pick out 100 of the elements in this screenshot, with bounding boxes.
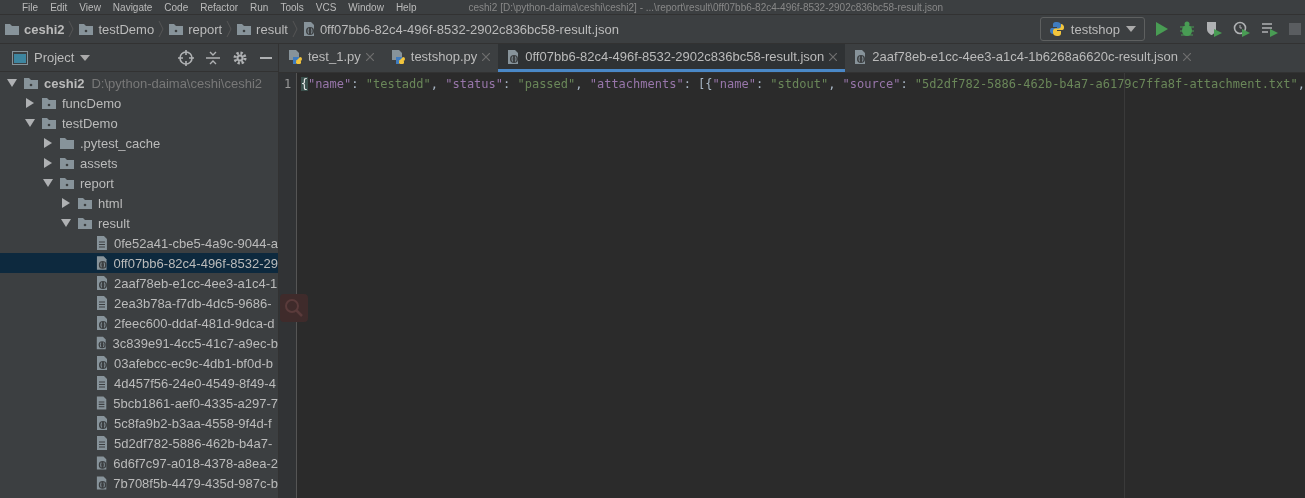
- menu-item[interactable]: File: [22, 1, 39, 13]
- json-file-icon: [95, 275, 109, 291]
- editor-tab[interactable]: test_1.py: [279, 44, 382, 72]
- tree-item[interactable]: html: [0, 193, 278, 213]
- folder-icon: [59, 156, 75, 170]
- coverage-icon: [1205, 21, 1223, 37]
- breadcrumb-item[interactable]: report: [188, 21, 223, 37]
- text-file-icon: [95, 375, 109, 391]
- tree-item[interactable]: 6d6f7c97-a018-4378-a8ea-2: [0, 453, 278, 473]
- tree-item[interactable]: funcDemo: [0, 93, 278, 113]
- menu-item[interactable]: Edit: [50, 1, 68, 13]
- collapsed-arrow-icon: [24, 97, 36, 109]
- close-icon[interactable]: [1182, 52, 1191, 61]
- search-icon[interactable]: [280, 294, 308, 322]
- json-file-icon: [95, 255, 109, 271]
- run-config-dropdown[interactable]: testshop: [1039, 17, 1145, 41]
- breadcrumb-item[interactable]: result: [256, 21, 288, 37]
- breadcrumb-item[interactable]: testDemo: [98, 21, 155, 37]
- expanded-arrow-icon: [24, 117, 36, 129]
- tree-item[interactable]: 5c8fa9b2-b3aa-4558-9f4d-f: [0, 413, 278, 433]
- run-list-icon: [1261, 21, 1279, 37]
- code-line: {"name": "testadd", "status": "passed", "attachments": [{"name": "stdout", "source": "5d2df782-5886-462b-b4a7-a6179c7ffa8f-attachment.txt",: [300, 77, 1305, 93]
- tree-item[interactable]: 3c839e91-4cc5-41c7-a9ec-b: [0, 333, 278, 353]
- folder-icon: [77, 216, 93, 230]
- breadcrumb-item[interactable]: 0ff07bb6-82c4-496f-8532-2902c836bc58-result.json: [319, 21, 619, 37]
- python-file-icon: [287, 48, 303, 65]
- folder-icon: [23, 76, 39, 90]
- menu-item[interactable]: View: [79, 1, 101, 13]
- folder-icon: [41, 116, 57, 130]
- folder-icon: [77, 196, 93, 210]
- collapsed-arrow-icon: [42, 157, 54, 169]
- close-icon[interactable]: [365, 52, 374, 61]
- tree-item[interactable]: 5d2df782-5886-462b-b4a7-: [0, 433, 278, 453]
- json-file-icon: [853, 48, 868, 65]
- tree-item[interactable]: 2aaf78eb-e1cc-4ee3-a1c4-1: [0, 273, 278, 293]
- json-file-icon: [95, 415, 109, 431]
- crosshair-icon: [178, 49, 194, 66]
- menu-item[interactable]: VCS: [315, 1, 337, 13]
- menu-item[interactable]: Tools: [280, 1, 304, 13]
- collapsed-arrow-icon: [60, 197, 72, 209]
- tree-item[interactable]: 2ea3b78a-f7db-4dc5-9686-: [0, 293, 278, 313]
- editor-tab[interactable]: testshop.py: [381, 44, 499, 72]
- caret-icon: [80, 54, 91, 61]
- close-icon[interactable]: [829, 52, 838, 61]
- menu-item[interactable]: Run: [250, 1, 269, 13]
- python-file-icon: [389, 48, 406, 65]
- minimize-icon: [260, 56, 272, 59]
- tree-item[interactable]: result: [0, 213, 278, 233]
- line-number: 1: [283, 77, 293, 93]
- stop-icon: [1289, 23, 1301, 35]
- tree-item[interactable]: testDemo: [0, 113, 278, 133]
- tree-item[interactable]: 4d457f56-24e0-4549-8f49-4: [0, 373, 278, 393]
- caret-icon: [1126, 26, 1136, 32]
- folder-icon: [236, 22, 253, 36]
- editor-tab[interactable]: 2aaf78eb-e1cc-4ee3-a1c4-1b6268a6620c-result.json: [845, 44, 1199, 72]
- menu-item[interactable]: Navigate: [112, 1, 153, 13]
- view-dropdown[interactable]: Project: [12, 50, 91, 65]
- expanded-arrow-icon: [42, 177, 54, 189]
- folder-icon: [78, 22, 95, 36]
- tree-item[interactable]: 0ff07bb6-82c4-496f-8532-29: [0, 253, 278, 273]
- text-file-icon: [95, 235, 109, 251]
- menu-item[interactable]: Window: [348, 1, 384, 13]
- text-file-icon: [95, 395, 109, 411]
- json-file-icon: [95, 335, 108, 351]
- menu-item[interactable]: Help: [395, 1, 417, 13]
- json-file-icon: [95, 315, 109, 331]
- collapse-icon: [206, 49, 220, 66]
- expanded-arrow-icon: [60, 217, 72, 229]
- json-file-icon: [301, 21, 316, 37]
- python-icon: [1048, 21, 1065, 37]
- folder-icon: [41, 96, 57, 110]
- close-icon[interactable]: [482, 52, 491, 61]
- menu-item[interactable]: Refactor: [200, 1, 239, 13]
- json-file-icon: [506, 48, 521, 65]
- text-file-icon: [95, 435, 109, 451]
- run-icon: [1155, 21, 1169, 37]
- tree-item[interactable]: .pytest_cache: [0, 133, 278, 153]
- bug-icon: [1179, 21, 1195, 37]
- window-icon: [12, 50, 28, 65]
- tree-item[interactable]: 7b708f5b-4479-435d-987c-b: [0, 473, 278, 493]
- tree-item[interactable]: 03afebcc-ec9c-4db1-bf0d-b: [0, 353, 278, 373]
- tree-item[interactable]: 5bcb1861-aef0-4335-a297-7: [0, 393, 278, 413]
- editor-tab[interactable]: 0ff07bb6-82c4-496f-8532-2902c836bc58-result.json: [498, 44, 846, 72]
- collapsed-arrow-icon: [42, 137, 54, 149]
- profile-icon: [1233, 21, 1251, 37]
- folder-icon: [59, 176, 75, 190]
- settings-icon: [232, 49, 248, 66]
- tree-item[interactable]: assets: [0, 153, 278, 173]
- json-file-icon: [95, 455, 109, 471]
- tree-item[interactable]: 0fe52a41-cbe5-4a9c-9044-a: [0, 233, 278, 253]
- json-file-icon: [95, 355, 109, 371]
- tree-item[interactable]: 2feec600-ddaf-481d-9dca-d: [0, 313, 278, 333]
- tree-item[interactable]: ceshi2 D:\python-daima\ceshi\ceshi2: [0, 73, 278, 93]
- tree-item[interactable]: report: [0, 173, 278, 193]
- window-title: ceshi2 [D:\python-daima\ceshi\ceshi2] - ...\report\result\0ff07bb6-82c4-496f-8532-2902c836bc58-result.json: [468, 1, 943, 13]
- folder-icon: [4, 22, 20, 36]
- folder-icon: [168, 22, 185, 36]
- json-file-icon: [95, 475, 109, 491]
- breadcrumb-item[interactable]: ceshi2: [24, 21, 65, 37]
- menu-item[interactable]: Code: [164, 1, 189, 13]
